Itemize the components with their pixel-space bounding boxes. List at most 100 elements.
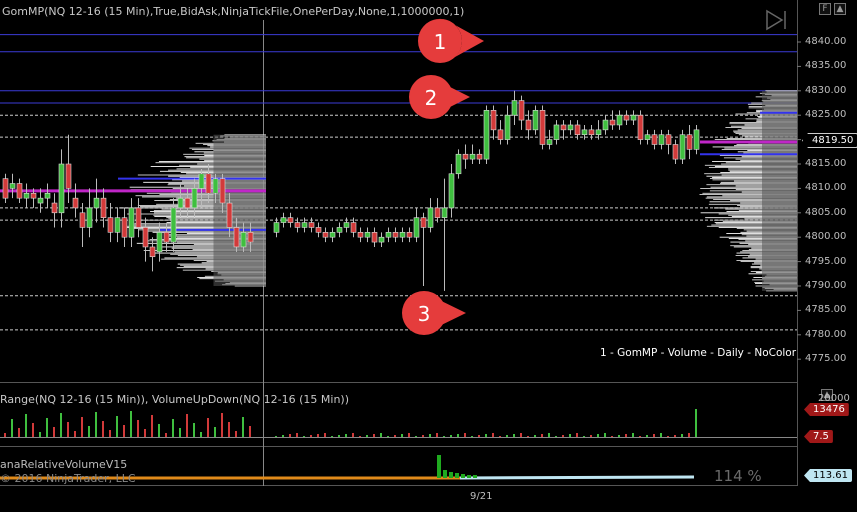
volume-bar	[172, 419, 174, 437]
candle-body	[107, 217, 114, 233]
volume-bar	[576, 433, 578, 437]
volume-bar	[506, 435, 508, 437]
candle-body	[233, 227, 240, 248]
volume-bar	[200, 432, 202, 437]
volume-bar	[541, 434, 543, 437]
candle-body	[294, 222, 301, 228]
panel-frames	[0, 0, 798, 486]
volume-bar	[193, 423, 195, 437]
price-tick-label: 4790.00	[805, 280, 847, 291]
candle-body	[357, 232, 364, 238]
marker-1-label: 1	[434, 30, 447, 54]
rv-watermark: 114 %	[714, 467, 762, 485]
price-legend: 1 - GomMP - Volume - Daily - NoColor	[600, 347, 797, 359]
volume-bar	[667, 436, 669, 437]
volume-bar	[485, 434, 487, 437]
collapse-button[interactable]: ▲	[834, 3, 846, 15]
candle-body	[462, 153, 469, 160]
candle-body	[273, 222, 280, 233]
candle-body	[693, 129, 700, 150]
volume-bar	[310, 435, 312, 437]
volume-bar	[590, 435, 592, 437]
candle-body	[184, 197, 191, 209]
chart-canvas: 1 2 3	[0, 0, 801, 486]
candle-body	[219, 178, 226, 204]
candle-body	[658, 134, 665, 145]
level-lines	[0, 34, 801, 360]
candle-body	[385, 232, 392, 238]
candle-body	[149, 246, 156, 258]
volume-bar	[109, 430, 111, 437]
candle-body	[476, 153, 483, 160]
volume-bar	[324, 433, 326, 437]
candle-body	[322, 232, 329, 238]
volume-bar	[401, 434, 403, 437]
candle-body	[44, 192, 51, 199]
candle-body	[315, 227, 322, 233]
price-tick-label: 4775.00	[805, 353, 847, 365]
candle-body	[65, 163, 72, 189]
candle-body	[518, 100, 525, 121]
candle-body	[128, 207, 135, 238]
candle-body	[490, 110, 497, 131]
volume-bar	[632, 433, 634, 437]
marker-3-label: 3	[418, 302, 431, 326]
price-tick-label: 4785.00	[805, 304, 847, 316]
candle-body	[532, 110, 539, 131]
candle-body	[156, 232, 163, 253]
candle-body	[602, 119, 609, 131]
candle-body	[525, 119, 532, 131]
candle-body	[434, 207, 441, 218]
volume-bar	[235, 431, 237, 437]
candle-body	[240, 232, 247, 248]
volume-bar	[67, 422, 69, 437]
volume-bar	[296, 433, 298, 437]
volume-bar	[39, 432, 41, 437]
candle-body	[420, 217, 427, 228]
candle-body	[546, 139, 553, 145]
candle-body	[212, 178, 219, 194]
candle-body	[448, 173, 455, 209]
rv-bar	[443, 470, 447, 478]
candle-body	[350, 222, 357, 233]
volume-bar	[144, 429, 146, 437]
candle-body	[455, 153, 462, 175]
volume-profiles	[0, 90, 797, 292]
volume-bar	[436, 433, 438, 437]
candle-body	[672, 144, 679, 160]
candle-body	[511, 100, 518, 116]
candle-body	[23, 192, 30, 199]
volume-bar	[18, 428, 20, 437]
candle-body	[343, 222, 350, 228]
candle-body	[637, 114, 644, 140]
annotation-marker-2: 2	[409, 75, 470, 119]
volume-bar	[583, 436, 585, 437]
volume-bar	[429, 434, 431, 437]
volume-bar	[158, 424, 160, 437]
candle-body	[574, 124, 581, 136]
volume-bar	[4, 433, 6, 437]
candle-body	[170, 207, 177, 243]
volume-bar	[408, 433, 410, 437]
volume-bar	[88, 426, 90, 437]
candle-body	[378, 236, 385, 243]
price-tick-label: 4810.00	[805, 182, 847, 194]
volume-bar	[387, 436, 389, 437]
volume-bar	[123, 425, 125, 437]
rv-bar	[467, 475, 471, 478]
volume-bar	[499, 436, 501, 437]
candle-body	[567, 124, 574, 131]
volume-bar	[611, 436, 613, 437]
candle-body	[280, 217, 287, 223]
scroll-end-icon[interactable]	[766, 9, 786, 31]
volume-bar	[25, 414, 27, 437]
candle-body	[72, 197, 79, 209]
candle-body	[301, 222, 308, 228]
volume-bar	[660, 433, 662, 437]
price-tick-label: 4795.00	[805, 255, 847, 267]
candle-body	[16, 183, 23, 199]
volume-bar	[457, 434, 459, 437]
candle-body	[121, 217, 128, 238]
volume-bar	[275, 436, 277, 437]
format-button[interactable]: F	[819, 3, 831, 15]
